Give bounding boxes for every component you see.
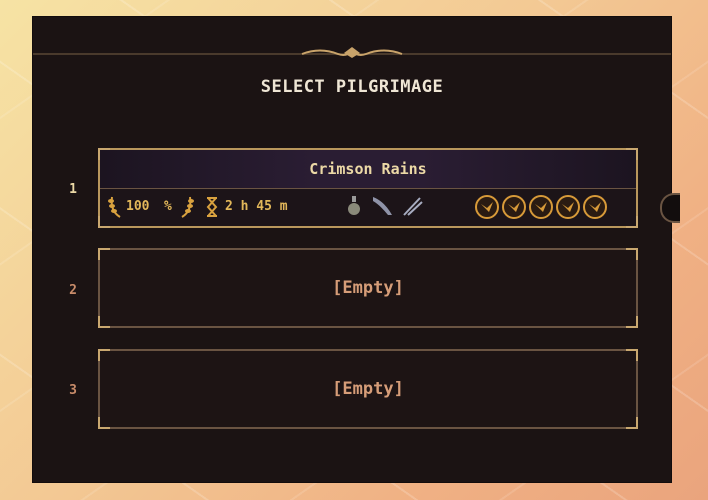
save-slot-1[interactable]: Crimson Rains 100 % 2 h 45 m [98,148,638,228]
slot-title: Crimson Rains [100,150,636,189]
save-slot-3[interactable]: [Empty] [98,349,638,429]
playtime: 2 h 45 m [225,199,288,214]
empty-slot-label: [Empty] [332,278,404,298]
slot-corner [626,148,638,160]
slot-corner [626,316,638,328]
laurel-right-icon [181,196,194,218]
slot-number-1: 1 [69,182,77,197]
flask-icon [348,196,360,215]
slot-corner [98,316,110,328]
slot-corner [626,417,638,429]
page-title: SELECT PILGRIMAGE [260,77,444,97]
eagle-medal-icon [502,195,526,219]
slot-corner [98,349,110,361]
slot-corner [98,148,110,160]
blade-icon [373,197,392,215]
save-slot-2[interactable]: [Empty] [98,248,638,328]
hourglass-icon [206,197,218,217]
completion-value: 100 [126,199,150,214]
eagle-medal-icon [583,195,607,219]
empty-slot-label: [Empty] [332,379,404,399]
eagle-medal-icon [529,195,553,219]
slot-options-button[interactable] [660,193,680,223]
spear-icon [403,197,423,216]
ornament-flourish-icon [301,47,403,58]
eagle-medal-icon [475,195,499,219]
laurel-icon [108,196,121,218]
slot-corner [626,248,638,260]
pilgrimage-panel: SELECT PILGRIMAGE 1 Crimson Rains 100 % [33,17,680,482]
completion-unit: % [164,199,172,214]
slot-number-2: 2 [69,283,77,298]
medal-row [472,195,607,219]
slot-corner [626,349,638,361]
slot-corner [98,248,110,260]
slot-number-3: 3 [69,383,77,398]
eagle-medal-icon [556,195,580,219]
slot-corner [98,417,110,429]
slot-stats-row: 100 % 2 h 45 m [100,189,636,225]
